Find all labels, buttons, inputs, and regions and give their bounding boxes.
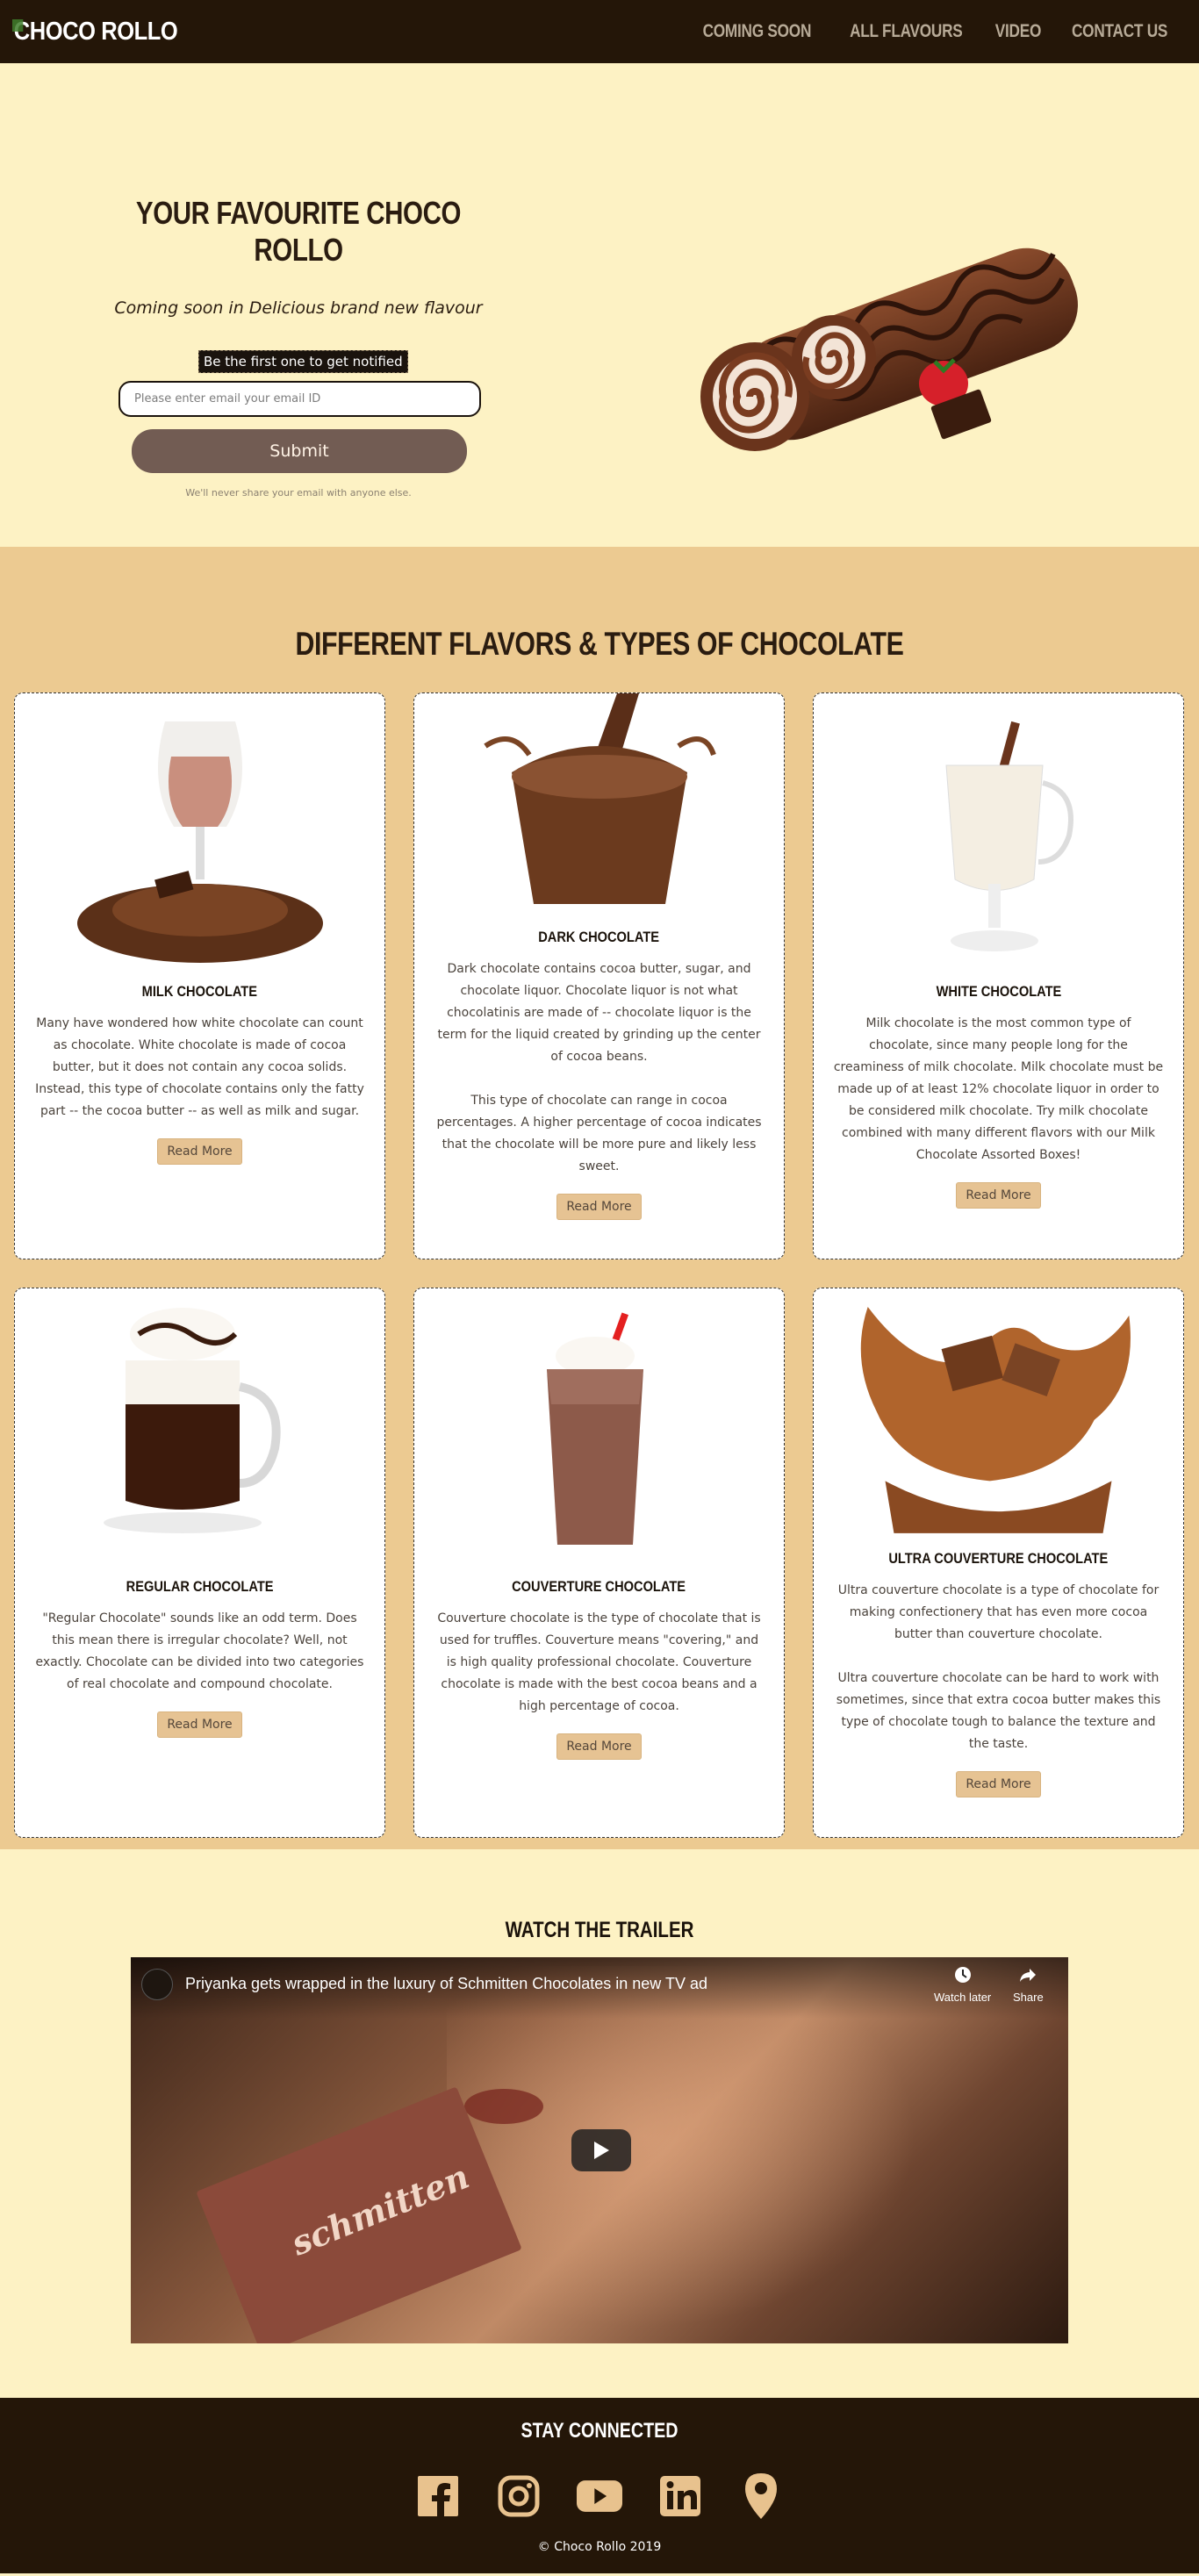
flavor-grid: MILK CHOCOLATE Many have wondered how wh… <box>14 692 1185 1838</box>
flavor-card-dark: DARK CHOCOLATE Dark chocolate contains c… <box>413 692 785 1259</box>
brand-name: CHOCO ROLLO <box>13 17 178 46</box>
read-more-button[interactable]: Read More <box>956 1182 1041 1209</box>
card-description: "Regular Chocolate" sounds like an odd t… <box>34 1608 365 1696</box>
regular-chocolate-image <box>34 1288 365 1562</box>
trailer-section: WATCH THE TRAILER schmitten Priyanka get… <box>0 1849 1199 2398</box>
nav-link-video[interactable]: VIDEO <box>995 21 1042 42</box>
nav-link-all-flavours[interactable]: ALL FLAVOURS <box>851 21 964 42</box>
brand-mark-icon <box>12 19 24 32</box>
pack-logo-text: schmitten <box>285 2156 475 2264</box>
notify-label: Be the first one to get notified <box>198 350 408 373</box>
card-title: ULTRA COUVERTURE CHOCOLATE <box>888 1550 1109 1567</box>
email-input[interactable] <box>118 381 481 417</box>
card-title: DARK CHOCOLATE <box>538 929 660 945</box>
nav-link-contact-us[interactable]: CONTACT US <box>1072 21 1167 42</box>
card-paragraph: "Regular Chocolate" sounds like an odd t… <box>35 1611 364 1691</box>
card-paragraph: This type of chocolate can range in coco… <box>436 1094 762 1173</box>
card-title: COUVERTURE CHOCOLATE <box>512 1578 686 1595</box>
brand-logo[interactable]: CHOCO ROLLO <box>12 17 178 47</box>
card-description: Ultra couverture chocolate is a type of … <box>833 1580 1164 1755</box>
share-label: Share <box>1013 1991 1044 2004</box>
nav-link-coming-soon[interactable]: COMING SOON <box>702 21 811 42</box>
hero-section: YOUR FAVOURITE CHOCO ROLLO Coming soon i… <box>0 63 1199 547</box>
channel-avatar[interactable] <box>141 1969 173 2000</box>
read-more-button[interactable]: Read More <box>157 1138 242 1165</box>
card-paragraph: Dark chocolate contains cocoa butter, su… <box>437 962 761 1064</box>
watch-later-label: Watch later <box>934 1991 992 2004</box>
play-button[interactable] <box>571 2129 631 2171</box>
flavor-card-couverture: COUVERTURE CHOCOLATE Couverture chocolat… <box>413 1288 785 1838</box>
play-icon <box>594 2142 609 2159</box>
youtube-icon[interactable] <box>577 2472 622 2521</box>
choco-roll-image <box>700 248 1078 451</box>
navbar: CHOCO ROLLO COMING SOON ALL FLAVOURS VID… <box>0 0 1199 63</box>
card-paragraph: Ultra couverture chocolate is a type of … <box>837 1583 1160 1641</box>
hero-title: YOUR FAVOURITE CHOCO ROLLO <box>135 195 462 268</box>
submit-button[interactable]: Submit <box>132 429 467 473</box>
read-more-button[interactable]: Read More <box>956 1771 1041 1797</box>
privacy-note: We'll never share your email with anyone… <box>185 487 412 499</box>
card-title: MILK CHOCOLATE <box>141 983 258 1000</box>
flavors-title: DIFFERENT FLAVORS & TYPES OF CHOCOLATE <box>295 626 904 662</box>
card-description: Couverture chocolate is the type of choc… <box>434 1608 765 1718</box>
share-icon <box>1013 1966 1044 1989</box>
location-icon[interactable] <box>738 2472 784 2521</box>
read-more-button[interactable]: Read More <box>556 1194 642 1220</box>
card-description: Milk chocolate is the most common type o… <box>833 1013 1164 1166</box>
clock-icon <box>934 1966 991 1989</box>
card-title: WHITE CHOCOLATE <box>936 983 1061 1000</box>
instagram-icon[interactable] <box>496 2472 542 2521</box>
trailer-title: WATCH THE TRAILER <box>505 1918 694 1942</box>
footer: STAY CONNECTED © Choco Rollo 2019 <box>0 2398 1199 2573</box>
share-button[interactable]: Share <box>1013 1966 1044 2004</box>
flavors-section: DIFFERENT FLAVORS & TYPES OF CHOCOLATE M… <box>0 547 1199 1849</box>
facebook-icon[interactable] <box>415 2472 461 2521</box>
read-more-button[interactable]: Read More <box>157 1711 242 1738</box>
nav-links: COMING SOON ALL FLAVOURS VIDEO CONTACT U… <box>691 21 1178 42</box>
flavor-card-regular: REGULAR CHOCOLATE "Regular Chocolate" so… <box>14 1288 385 1838</box>
white-chocolate-image <box>833 693 1164 967</box>
video-thumbnail-detail <box>464 2089 543 2124</box>
copyright: © Choco Rollo 2019 <box>537 2540 662 2554</box>
footer-title: STAY CONNECTED <box>521 2419 678 2443</box>
linkedin-icon[interactable] <box>657 2472 703 2521</box>
card-title: REGULAR CHOCOLATE <box>126 1578 274 1595</box>
ultra-couverture-chocolate-image <box>833 1288 1164 1534</box>
dark-chocolate-image <box>434 693 765 913</box>
flavor-card-white: WHITE CHOCOLATE Milk chocolate is the mo… <box>813 692 1184 1259</box>
read-more-button[interactable]: Read More <box>556 1733 642 1760</box>
flavor-card-milk: MILK CHOCOLATE Many have wondered how wh… <box>14 692 385 1259</box>
card-paragraph: Ultra couverture chocolate can be hard t… <box>836 1671 1161 1751</box>
card-description: Dark chocolate contains cocoa butter, su… <box>434 958 765 1178</box>
video-title[interactable]: Priyanka gets wrapped in the luxury of S… <box>185 1975 707 1993</box>
milk-chocolate-image <box>34 693 365 967</box>
card-description: Many have wondered how white chocolate c… <box>34 1013 365 1123</box>
card-paragraph: Many have wondered how white chocolate c… <box>35 1016 364 1118</box>
watch-later-button[interactable]: Watch later <box>934 1966 991 2004</box>
card-paragraph: Milk chocolate is the most common type o… <box>833 1016 1164 1162</box>
video-player[interactable]: schmitten Priyanka gets wrapped in the l… <box>131 1957 1068 2343</box>
card-paragraph: Couverture chocolate is the type of choc… <box>437 1611 761 1713</box>
video-thumbnail <box>447 1966 938 2343</box>
social-links <box>0 2472 1199 2521</box>
flavor-card-ultra-couverture: ULTRA COUVERTURE CHOCOLATE Ultra couvert… <box>813 1288 1184 1838</box>
hero-subtitle: Coming soon in Delicious brand new flavo… <box>114 298 483 318</box>
couverture-chocolate-image <box>434 1288 765 1562</box>
